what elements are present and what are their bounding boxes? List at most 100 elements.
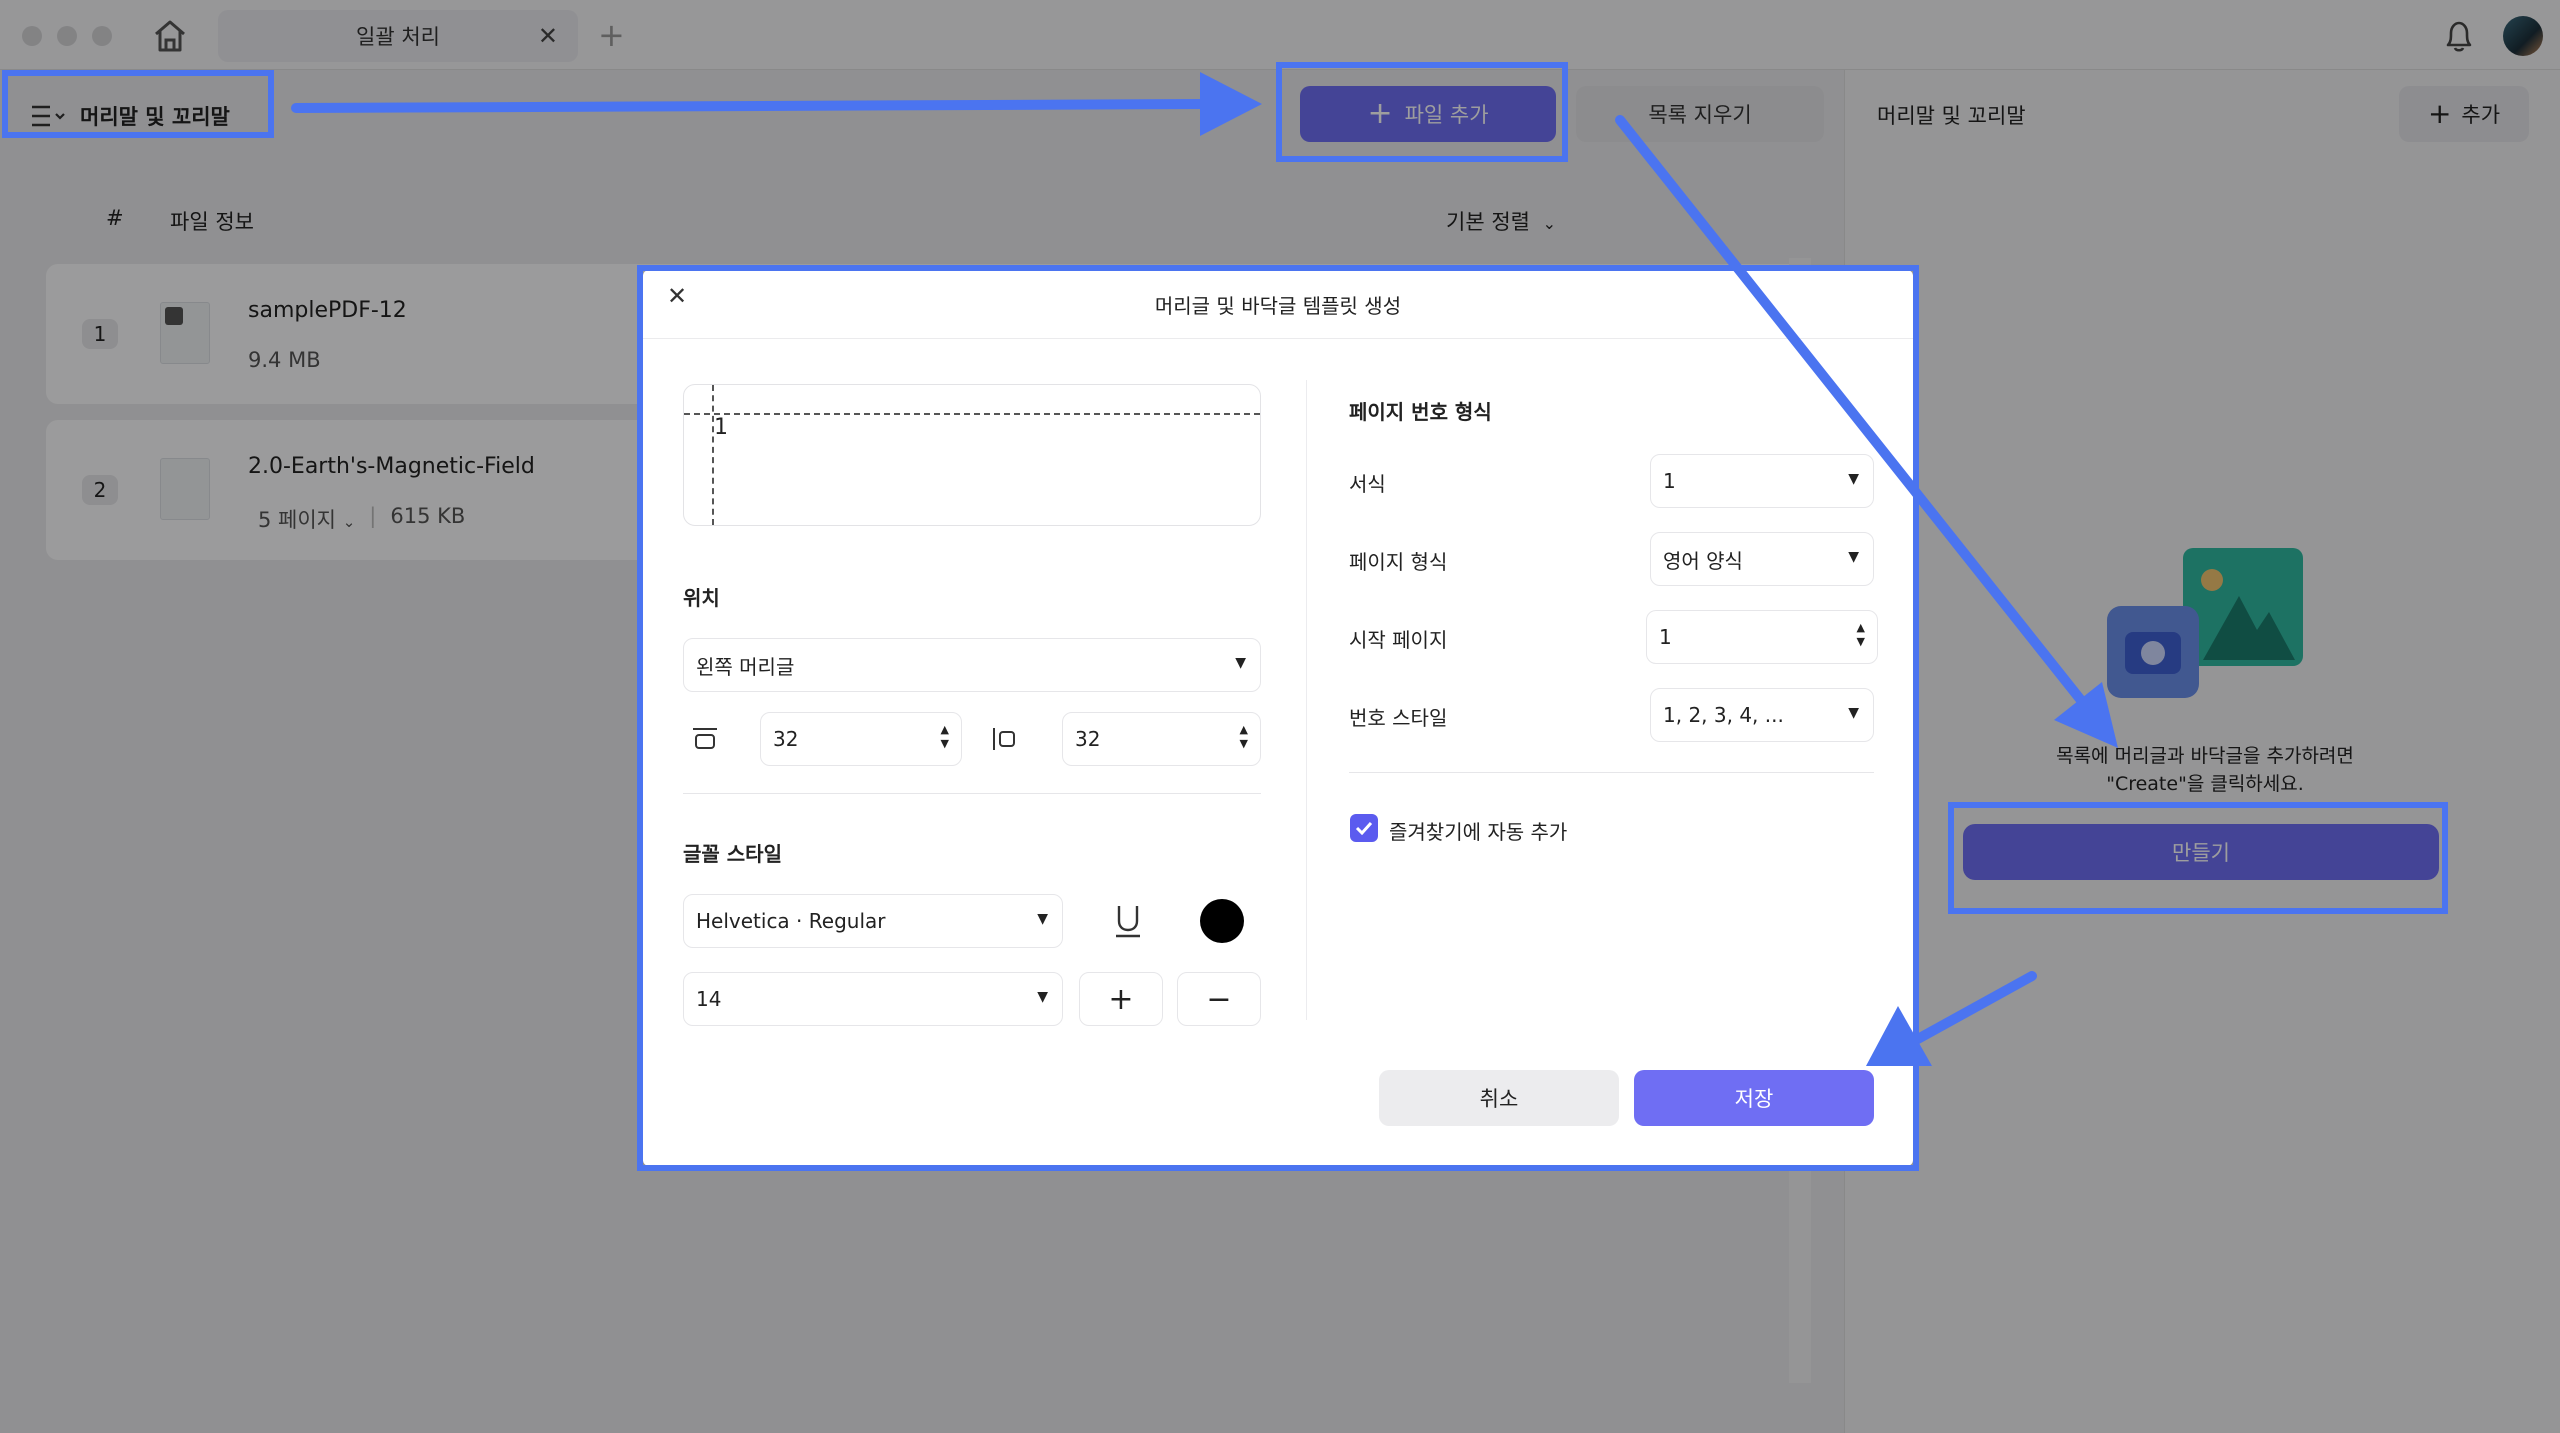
cancel-button[interactable]: 취소 [1379, 1070, 1619, 1126]
start-page-label: 시작 페이지 [1349, 628, 1448, 652]
window-close-dot[interactable] [22, 26, 42, 46]
dropdown-arrow-icon: ▼ [1848, 471, 1859, 487]
file-size: 615 KB [390, 504, 466, 528]
start-page-value: 1 [1659, 625, 1672, 649]
format-value: 1 [1663, 469, 1676, 493]
dropdown-arrow-icon: ▼ [1037, 989, 1048, 1005]
panel-title: 머리말 및 꼬리말 [1877, 104, 2026, 128]
font-value: Helvetica · Regular [696, 909, 886, 933]
header-preview: 1 [683, 384, 1261, 526]
font-size-decrease-button[interactable]: − [1177, 972, 1261, 1026]
page-format-label: 페이지 형식 [1349, 550, 1448, 574]
font-size-select[interactable]: 14 ▼ [683, 972, 1063, 1026]
format-select[interactable]: 1 ▼ [1650, 454, 1874, 508]
column-divider [1306, 380, 1307, 1020]
tab-batch-process[interactable]: 일괄 처리 ✕ [218, 10, 578, 62]
format-label: 서식 [1349, 472, 1386, 496]
position-value: 왼쪽 머리글 [696, 654, 795, 679]
page-number-format-label: 페이지 번호 형식 [1349, 400, 1492, 424]
stepper-arrows-icon[interactable]: ▲ ▼ [1857, 621, 1865, 649]
position-select[interactable]: 왼쪽 머리글 ▼ [683, 638, 1261, 692]
file-size: 9.4 MB [248, 348, 321, 372]
plus-icon: + [2427, 97, 2452, 130]
number-style-select[interactable]: 1, 2, 3, 4, ... ▼ [1650, 688, 1874, 742]
side-margin-icon [983, 712, 1027, 766]
clear-list-button[interactable]: 목록 지우기 [1576, 86, 1824, 142]
add-file-label: 파일 추가 [1404, 103, 1489, 127]
tab-close-icon[interactable]: ✕ [538, 22, 558, 50]
dialog-title: 머리글 및 바닥글 템플릿 생성 [1154, 294, 1402, 318]
column-file-info-header: 파일 정보 [170, 210, 254, 234]
auto-add-favorites-checkbox[interactable] [1350, 814, 1378, 842]
section-divider [1349, 772, 1874, 773]
plus-icon: + [1367, 96, 1393, 131]
page-format-value: 영어 양식 [1663, 548, 1743, 573]
save-button[interactable]: 저장 [1634, 1070, 1874, 1126]
file-meta: 5 페이지 ⌄ | 615 KB [258, 504, 465, 534]
dropdown-arrow-icon: ▼ [1848, 549, 1859, 565]
auto-add-favorites-label[interactable]: 즐겨찾기에 자동 추가 [1389, 816, 1567, 845]
underline-icon[interactable] [1101, 894, 1155, 948]
sort-dropdown[interactable]: 기본 정렬 ⌄ [1446, 206, 1556, 236]
font-style-label: 글꼴 스타일 [683, 842, 782, 866]
start-page-stepper[interactable]: 1 ▲ ▼ [1646, 610, 1878, 664]
file-thumbnail [160, 302, 210, 364]
bell-icon[interactable] [2442, 18, 2476, 58]
stepper-arrows-icon[interactable]: ▲ ▼ [1240, 723, 1248, 751]
number-style-label: 번호 스타일 [1349, 706, 1448, 730]
empty-state-illustration-icon [2107, 548, 2307, 708]
new-tab-icon[interactable]: + [598, 16, 625, 54]
dropdown-arrow-icon: ▼ [1848, 705, 1859, 721]
page-format-select[interactable]: 영어 양식 ▼ [1650, 532, 1874, 586]
top-margin-value: 32 [773, 727, 799, 751]
file-name: 2.0-Earth's-Magnetic-Field [248, 454, 535, 479]
stepper-arrows-icon[interactable]: ▲ ▼ [941, 723, 949, 751]
column-number-header: # [106, 206, 124, 230]
dropdown-arrow-icon: ▼ [1235, 655, 1246, 671]
file-name: samplePDF-12 [248, 298, 407, 323]
chevron-down-icon: ⌄ [1542, 214, 1557, 233]
file-number: 2 [82, 475, 118, 505]
right-panel: 머리말 및 꼬리말 + 추가 목록에 머리글과 바닥글을 추가하려면 "Crea… [1844, 70, 2560, 1433]
side-margin-value: 32 [1075, 727, 1101, 751]
tab-title: 일괄 처리 [356, 25, 440, 49]
window-zoom-dot[interactable] [92, 26, 112, 46]
font-color-swatch[interactable] [1195, 894, 1249, 948]
file-number: 1 [82, 319, 118, 349]
number-style-value: 1, 2, 3, 4, ... [1663, 703, 1784, 727]
title-bar: 일괄 처리 ✕ + [0, 0, 2560, 70]
template-dialog: ✕ 머리글 및 바닥글 템플릿 생성 1 위치 왼쪽 머리글 ▼ 32 ▲ ▼ 3… [643, 270, 1913, 1166]
color-dot-icon [1200, 899, 1244, 943]
font-select[interactable]: Helvetica · Regular ▼ [683, 894, 1063, 948]
add-template-label: 추가 [2461, 103, 2501, 127]
preview-guide-horizontal [684, 413, 1260, 415]
home-icon[interactable] [150, 18, 190, 54]
meta-divider: | [369, 504, 377, 528]
add-template-button[interactable]: + 추가 [2399, 86, 2529, 142]
add-file-button[interactable]: + 파일 추가 [1300, 86, 1556, 142]
preview-guide-vertical [712, 385, 714, 525]
file-meta: 9.4 MB [248, 348, 321, 372]
top-margin-stepper[interactable]: 32 ▲ ▼ [760, 712, 962, 766]
sort-label: 기본 정렬 [1446, 210, 1530, 234]
menu-title: 머리말 및 꼬리말 [80, 105, 230, 129]
dialog-divider [643, 338, 1913, 339]
page-count-dropdown[interactable]: 5 페이지 ⌄ [258, 504, 355, 534]
lock-icon [165, 307, 183, 325]
font-size-increase-button[interactable]: + [1079, 972, 1163, 1026]
preview-page-number: 1 [714, 415, 728, 440]
dropdown-arrow-icon: ▼ [1037, 911, 1048, 927]
section-divider [683, 793, 1261, 794]
chevron-down-icon: ⌄ [342, 513, 356, 531]
page-count: 5 페이지 [258, 508, 336, 532]
side-margin-stepper[interactable]: 32 ▲ ▼ [1062, 712, 1261, 766]
file-thumbnail [160, 458, 210, 520]
create-button[interactable]: 만들기 [1963, 824, 2439, 880]
user-avatar[interactable] [2503, 16, 2543, 56]
hamburger-icon [32, 105, 65, 127]
empty-state-text: 목록에 머리글과 바닥글을 추가하려면 "Create"을 클릭하세요. [2056, 745, 2354, 795]
position-label: 위치 [683, 586, 720, 610]
window-minimize-dot[interactable] [57, 26, 77, 46]
menu-button[interactable]: 머리말 및 꼬리말 [30, 96, 230, 136]
font-size-value: 14 [696, 987, 722, 1011]
